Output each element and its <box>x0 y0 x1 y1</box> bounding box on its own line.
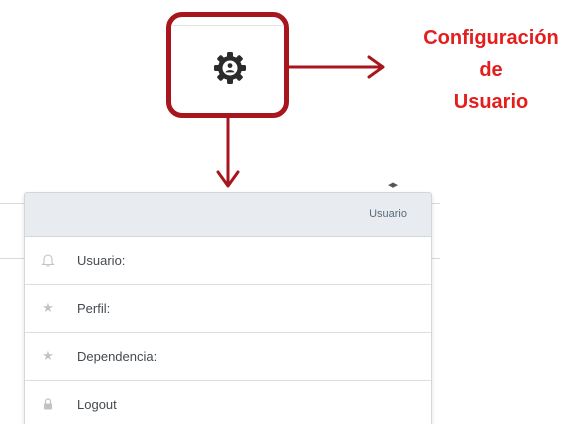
menu-item-perfil[interactable]: ★ Perfil: <box>25 285 431 333</box>
callout-line-1: Configuración <box>423 27 559 49</box>
page-divider-left-bottom <box>0 258 24 259</box>
menu-item-perfil-label: Perfil: <box>77 301 111 316</box>
menu-item-usuario-label: Usuario: <box>77 253 126 268</box>
user-menu-header-title: Usuario <box>369 208 407 220</box>
menu-item-dependencia[interactable]: ★ Dependencia: <box>25 333 431 381</box>
menu-item-logout-label: Logout <box>77 397 117 412</box>
star-icon: ★ <box>42 348 54 363</box>
menu-item-usuario[interactable]: Usuario: <box>25 237 431 285</box>
menu-item-logout[interactable]: Logout <box>25 381 431 424</box>
lock-icon <box>41 397 55 411</box>
settings-highlight-frame <box>166 12 289 118</box>
right-arrowhead <box>367 55 385 79</box>
annotated-screenshot: ◂▸ Configuración de Usuario Usuario Usua… <box>0 0 586 424</box>
callout-line-3: Usuario <box>453 91 529 113</box>
star-icon: ★ <box>42 300 54 315</box>
down-arrowhead <box>216 170 240 188</box>
callout-line-2: de <box>479 59 503 81</box>
callout-label: Configuración de Usuario <box>406 22 576 118</box>
menu-item-dependencia-label: Dependencia: <box>77 349 158 364</box>
bell-icon <box>41 253 55 267</box>
user-settings-gear-icon <box>214 52 246 84</box>
page-divider-left-top <box>0 203 24 204</box>
user-dropdown-menu: Usuario Usuario: ★ Perfil: ★ Dependencia… <box>24 192 432 424</box>
navbar-border <box>171 25 284 26</box>
collapse-arrows-icon: ◂▸ <box>388 179 398 191</box>
user-menu-header: Usuario <box>25 193 431 237</box>
user-settings-gear-button[interactable] <box>213 51 247 85</box>
